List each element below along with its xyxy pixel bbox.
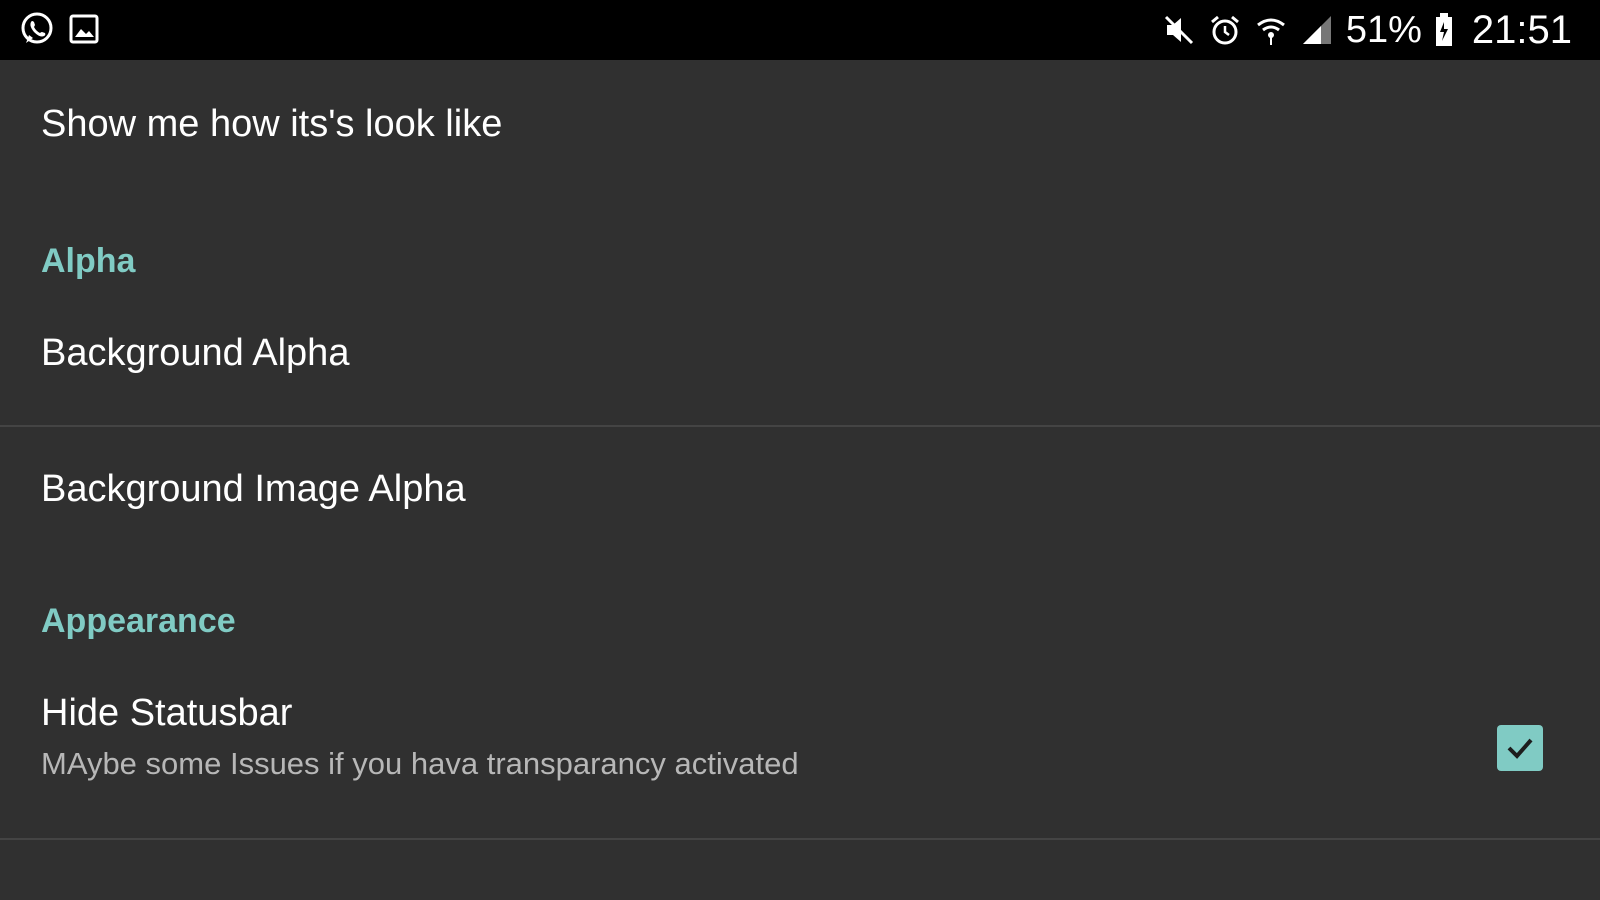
background-alpha-preference[interactable]: Background Alpha: [41, 332, 349, 375]
image-icon: [68, 13, 100, 45]
preferences-list: Show me how its's look like Alpha Backgr…: [0, 60, 1600, 900]
status-clock: 21:51: [1471, 8, 1572, 52]
whatsapp-icon: [18, 10, 56, 48]
divider: [0, 838, 1600, 840]
category-appearance: Appearance: [41, 602, 236, 640]
category-alpha: Alpha: [41, 242, 136, 280]
background-image-alpha-preference[interactable]: Background Image Alpha: [41, 468, 466, 511]
hide-statusbar-title[interactable]: Hide Statusbar: [41, 692, 292, 735]
status-bar-right: 51% 21:51: [1162, 0, 1572, 60]
preview-preference[interactable]: Show me how its's look like: [41, 103, 502, 146]
battery-icon: [1434, 12, 1454, 48]
hide-statusbar-checkbox[interactable]: [1497, 725, 1543, 771]
hide-statusbar-summary: MAybe some Issues if you hava transparan…: [41, 746, 799, 781]
divider: [0, 425, 1600, 427]
wifi-icon: [1254, 13, 1288, 47]
mute-icon: [1162, 13, 1196, 47]
alarm-icon: [1208, 13, 1242, 47]
status-bar: 51% 21:51: [0, 0, 1600, 60]
signal-icon: [1300, 13, 1334, 47]
status-bar-left: [18, 10, 100, 48]
battery-percentage: 51%: [1345, 9, 1422, 51]
checkmark-icon: [1507, 738, 1533, 759]
